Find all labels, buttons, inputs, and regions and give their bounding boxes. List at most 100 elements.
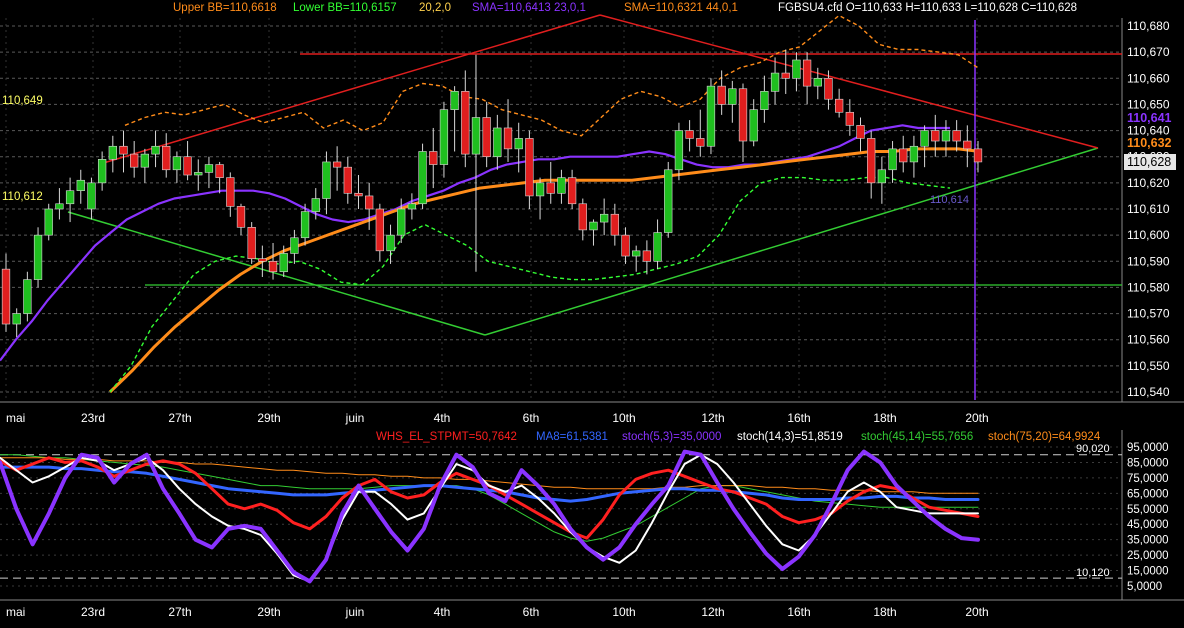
osc-legend-whs: WHS_EL_STPMT=50,7642 — [376, 431, 517, 443]
osc-date-tick-label: 4th — [434, 605, 451, 619]
candle-body — [706, 85, 716, 147]
candle-body — [183, 156, 192, 176]
osc-date-tick-label: 23rd — [81, 605, 105, 619]
osc-tick-label: 95,0000 — [1127, 442, 1169, 454]
candle-body — [931, 130, 940, 142]
osc-date-tick-label: 6th — [523, 605, 540, 619]
candle-body — [941, 130, 951, 142]
candle-body — [343, 166, 352, 194]
date-tick-label: 12th — [701, 411, 724, 425]
candle-body — [258, 258, 267, 262]
osc-tick-label: 35,0000 — [1127, 535, 1169, 547]
candle-body — [610, 213, 619, 236]
osc-date-tick-label: juin — [345, 605, 365, 619]
header-legend: Upper BB=110,6618 Lower BB=110,6157 20,2… — [173, 2, 1077, 14]
sma23-value-badge: 110,641 — [1127, 111, 1172, 125]
candle-body — [781, 72, 790, 79]
candle-body — [867, 138, 876, 184]
price-tick-label: 110,570 — [1127, 307, 1170, 321]
price-tick-label: 110,560 — [1127, 333, 1170, 347]
price-tick-label: 110,670 — [1127, 45, 1170, 59]
candle-body — [899, 148, 908, 163]
candle-body — [247, 227, 256, 259]
candle-body — [696, 138, 705, 147]
candle-body — [236, 206, 246, 228]
candle-body — [439, 109, 449, 165]
date-tick-label: 6th — [523, 411, 540, 425]
candle-body — [493, 127, 502, 158]
candle-body — [33, 234, 43, 280]
candle-body — [514, 138, 523, 150]
last-price-badge: 110,628 — [1127, 155, 1171, 169]
candle-body — [65, 190, 75, 205]
candle-body — [877, 169, 887, 184]
candle-body — [55, 203, 64, 210]
candle-body — [162, 145, 171, 171]
date-tick-label: mai — [6, 411, 25, 425]
candle-body — [23, 279, 32, 314]
date-tick-label: 20th — [965, 411, 988, 425]
candle-body — [386, 234, 395, 252]
candle-body — [322, 161, 331, 199]
candle-body — [375, 208, 384, 252]
candle-body — [802, 59, 812, 87]
oscillator-legend: WHS_EL_STPMT=50,7642 MA8=61,5381 stoch(5… — [376, 431, 1101, 443]
candle-body — [728, 88, 737, 105]
candle-body — [204, 164, 214, 173]
candle-body — [151, 145, 160, 155]
osc-date-tick-label: 18th — [873, 605, 896, 619]
date-tick-label: 27th — [168, 411, 191, 425]
price-label-badges: 110,641 110,632 110,628 — [1124, 111, 1176, 170]
candle-body — [824, 77, 833, 100]
lower-bb-label: Lower BB=110,6157 — [293, 2, 397, 14]
candle-body — [973, 148, 983, 163]
candle-body — [952, 130, 961, 142]
candle-body — [1, 268, 11, 325]
candle-body — [397, 208, 406, 236]
osc-date-tick-label: 12th — [701, 605, 724, 619]
candle-body — [642, 250, 652, 262]
candle-body — [813, 77, 822, 87]
osc-tick-label: 55,0000 — [1127, 504, 1169, 516]
candle-body — [311, 198, 320, 212]
sma44-label: SMA=110,6321 44,0,1 — [624, 2, 738, 14]
candle-body — [567, 177, 577, 205]
candle-body — [589, 221, 598, 231]
candle-body — [557, 177, 566, 194]
candle-body — [279, 253, 288, 273]
candle-body — [621, 234, 630, 257]
candle-body — [963, 140, 972, 150]
candle-body — [108, 145, 117, 160]
candle-body — [76, 179, 85, 192]
date-tick-label: juin — [345, 411, 365, 425]
candle-body — [268, 260, 278, 273]
ohlc-header: FGBSU4.cfd O=110,633 H=110,633 L=110,628… — [778, 2, 1077, 14]
osc-legend-stoch53: stoch(5,3)=35,0000 — [622, 431, 721, 443]
date-tick-label: 4th — [434, 411, 451, 425]
osc-tick-label: 25,0000 — [1127, 550, 1169, 562]
candle-body — [920, 130, 929, 147]
candle-body — [119, 145, 128, 155]
candle-body — [503, 127, 513, 150]
candle-body — [482, 117, 491, 158]
price-tick-label: 110,540 — [1127, 385, 1170, 399]
bb-params-label: 20,2,0 — [419, 2, 451, 14]
sma44-value-badge: 110,632 — [1127, 136, 1172, 150]
osc-date-tick-label: 20th — [965, 605, 988, 619]
price-tick-label: 110,610 — [1127, 202, 1170, 216]
candle-body — [834, 98, 844, 113]
candle-body — [717, 85, 726, 105]
candle-body — [461, 91, 470, 155]
price-tick-label: 110,580 — [1127, 280, 1170, 294]
price-tick-label: 110,550 — [1127, 359, 1170, 373]
price-chart[interactable]: 110,680110,670110,660110,650110,640110,6… — [0, 0, 1184, 628]
candle-body — [44, 208, 53, 236]
candle-body — [600, 213, 609, 223]
osc-date-tick-label: 16th — [787, 605, 810, 619]
level-upper-label: 90,020 — [1076, 443, 1110, 455]
osc-tick-label: 75,0000 — [1127, 473, 1169, 485]
candle-body — [332, 161, 342, 168]
osc-tick-label: 65,0000 — [1127, 488, 1169, 500]
annotation-110614: 110,614 — [930, 194, 969, 206]
price-tick-label: 110,650 — [1127, 97, 1170, 111]
